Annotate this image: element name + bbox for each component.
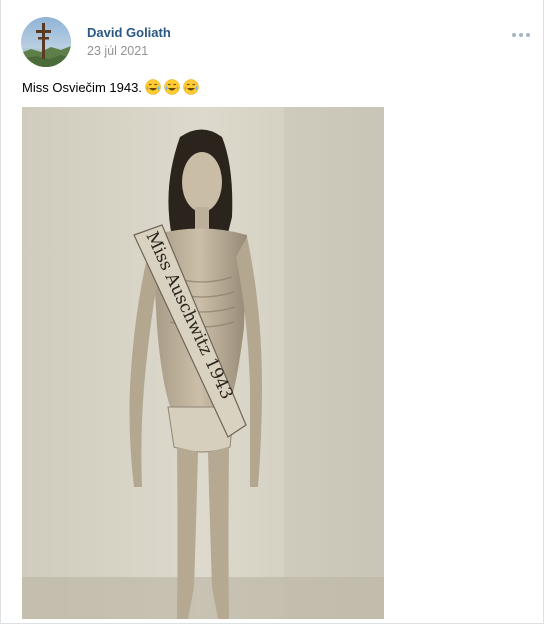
more-horizontal-icon bbox=[512, 33, 530, 37]
author-avatar[interactable] bbox=[21, 17, 71, 67]
author-name[interactable]: David Goliath bbox=[87, 25, 171, 40]
laughing-tears-emoji-icon bbox=[164, 79, 180, 95]
post-date[interactable]: 23 júl 2021 bbox=[87, 44, 148, 58]
more-options-button[interactable] bbox=[509, 27, 533, 43]
post-card: David Goliath 23 júl 2021 Miss Osviečim … bbox=[0, 0, 544, 624]
cross-landscape-avatar-icon bbox=[21, 17, 71, 67]
photo-illustration: Miss Auschwitz 1943 bbox=[22, 107, 384, 619]
post-header: David Goliath 23 júl 2021 bbox=[21, 17, 533, 67]
post-photo[interactable]: Miss Auschwitz 1943 bbox=[22, 107, 384, 619]
laughing-tears-emoji-icon bbox=[183, 79, 199, 95]
post-text: Miss Osviečim 1943. bbox=[22, 79, 199, 95]
post-text-content: Miss Osviečim 1943. bbox=[22, 79, 142, 95]
laughing-tears-emoji-icon bbox=[145, 79, 161, 95]
